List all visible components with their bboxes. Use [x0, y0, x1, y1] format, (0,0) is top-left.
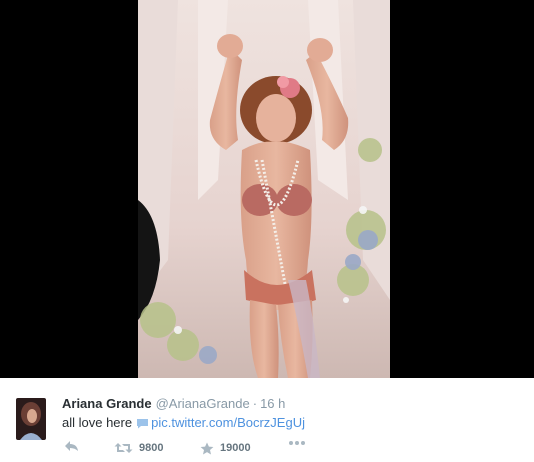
user-handle[interactable]: @ArianaGrande [156, 396, 250, 411]
star-icon [200, 442, 214, 455]
media-viewer [0, 0, 534, 378]
retweet-icon [114, 442, 133, 454]
timestamp[interactable]: 16 h [260, 396, 285, 411]
tweet-photo[interactable] [138, 0, 390, 378]
retweet-count: 9800 [139, 442, 164, 454]
image-icon [136, 417, 149, 433]
favorite-button[interactable]: 19000 [200, 440, 251, 456]
more-button[interactable] [288, 440, 306, 446]
avatar[interactable] [16, 398, 46, 440]
tweet: Ariana Grande @ArianaGrande · 16 h all love… [0, 378, 534, 462]
tweet-screenshot: Ariana Grande @ArianaGrande · 16 h all love… [0, 0, 534, 462]
retweet-button[interactable]: 9800 [114, 440, 163, 456]
tweet-text: all love here pic.twitter.com/BocrzJEgUj [62, 415, 305, 433]
reply-button[interactable] [64, 440, 79, 452]
tweet-header: Ariana Grande @ArianaGrande · 16 h [62, 396, 285, 412]
pic-link[interactable]: pic.twitter.com/BocrzJEgUj [151, 415, 305, 430]
favorite-count: 19000 [220, 442, 251, 454]
display-name[interactable]: Ariana Grande [62, 396, 152, 411]
tweet-body: all love here [62, 415, 133, 430]
more-dots-icon [288, 440, 306, 446]
separator-dot: · [252, 396, 258, 411]
reply-icon [64, 440, 79, 452]
